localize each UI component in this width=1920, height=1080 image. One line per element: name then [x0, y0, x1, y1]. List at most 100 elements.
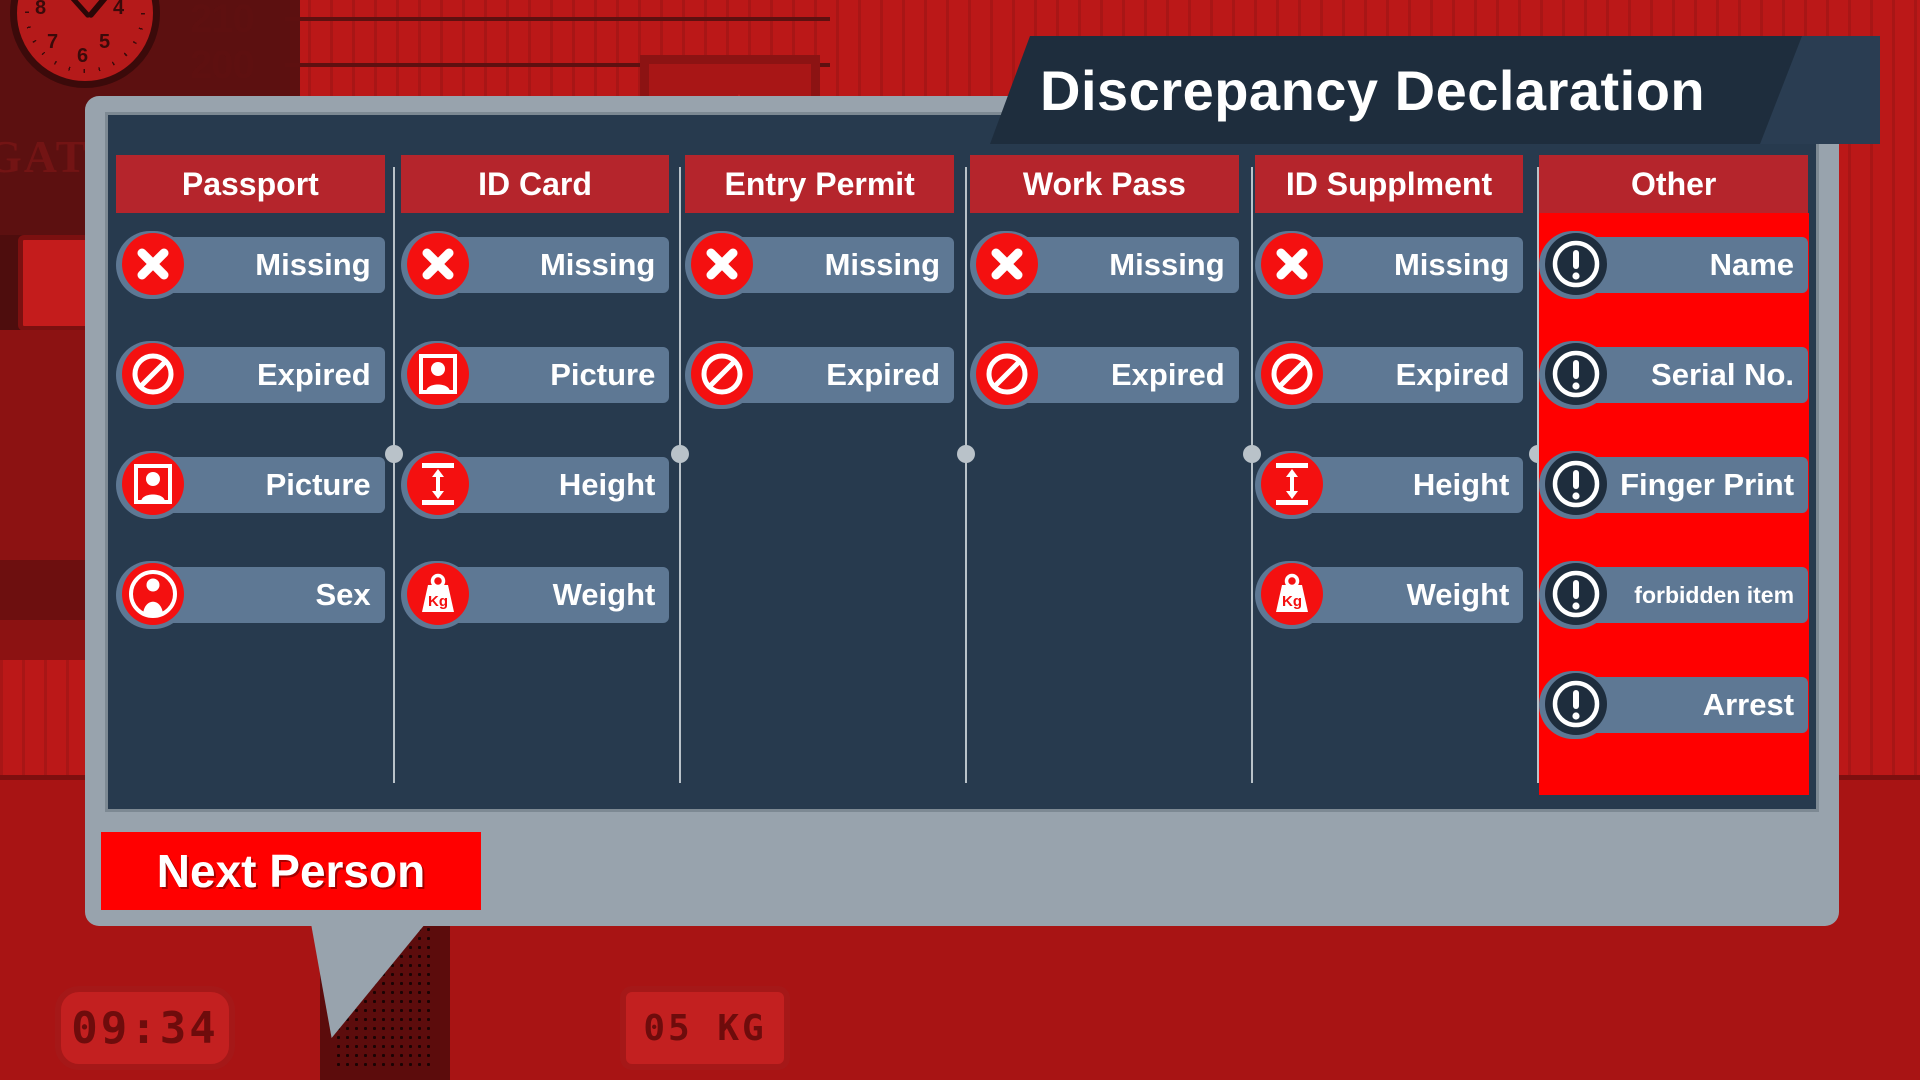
column-other: Other Name Serial No. Finger Print forbidden… — [1531, 155, 1816, 795]
option-label: Arrest — [1702, 687, 1795, 722]
alert-icon — [1545, 673, 1608, 735]
svg-text:Kg: Kg — [1282, 593, 1302, 610]
cross-icon — [1260, 233, 1323, 295]
column-id-card: ID Card Missing Picture Height Kg Weight — [393, 155, 678, 795]
svg-text:Kg: Kg — [428, 593, 448, 610]
height-icon — [406, 453, 469, 515]
picture-icon — [122, 453, 184, 515]
clock-number-8: 8 — [35, 0, 47, 19]
option-label: Picture — [550, 357, 656, 392]
discrepancy-option-row[interactable]: Missing — [1254, 231, 1524, 299]
dialog-title-banner: Discrepancy Declaration — [990, 36, 1880, 144]
sex-icon — [122, 563, 184, 625]
desk-digital-clock: 09:34 — [55, 986, 235, 1070]
column-rows: Missing Expired Height Kg Weight — [1254, 231, 1524, 629]
alert-icon — [1545, 343, 1608, 405]
column-entry-permit: Entry Permit Missing Expired — [677, 155, 962, 795]
option-label: Height — [558, 467, 656, 502]
desk-weight-scale: 05 KG — [620, 986, 790, 1070]
discrepancy-option-row[interactable]: Finger Print — [1539, 451, 1809, 519]
option-label: Missing — [1109, 247, 1225, 282]
column-header: Entry Permit — [685, 155, 955, 213]
option-label: Missing — [255, 247, 371, 282]
height-line-210 — [285, 17, 830, 21]
discrepancy-option-row[interactable]: Height — [400, 451, 670, 519]
expired-icon — [691, 343, 754, 405]
option-label: Expired — [826, 357, 941, 392]
discrepancy-option-row[interactable]: Expired — [116, 341, 385, 409]
column-passport: Passport Missing Expired Picture Sex — [108, 155, 393, 795]
discrepancy-option-row[interactable]: Missing — [400, 231, 670, 299]
option-label: Missing — [824, 247, 941, 282]
weight-icon: Kg — [1260, 563, 1323, 625]
column-header: Passport — [116, 155, 385, 213]
discrepancy-columns: Passport Missing Expired Picture Sex ID Card M… — [108, 155, 1816, 795]
column-header: Other — [1539, 155, 1809, 213]
discrepancy-option-row[interactable]: Height — [1254, 451, 1524, 519]
option-label: Finger Print — [1620, 467, 1795, 502]
option-label: Missing — [1393, 247, 1510, 282]
clock-number-4: 4 — [113, 0, 125, 19]
discrepancy-option-row[interactable]: Missing — [685, 231, 955, 299]
option-label: Missing — [539, 247, 656, 282]
alert-icon — [1545, 233, 1608, 295]
desk-scale-value: 05 KG — [643, 1007, 767, 1049]
discrepancy-option-row[interactable]: Missing — [116, 231, 385, 299]
discrepancy-option-row[interactable]: Picture — [400, 341, 670, 409]
weight-icon: Kg — [406, 563, 469, 625]
discrepancy-option-row[interactable]: Kg Weight — [400, 561, 670, 629]
alert-icon — [1545, 563, 1608, 625]
discrepancy-board: Passport Missing Expired Picture Sex ID Card M… — [105, 112, 1819, 812]
expired-icon — [1260, 343, 1323, 405]
column-header: ID Supplment — [1254, 155, 1524, 213]
column-header: Work Pass — [970, 155, 1239, 213]
alert-icon — [1545, 453, 1608, 515]
discrepancy-dialog: Passport Missing Expired Picture Sex ID Card M… — [85, 96, 1839, 926]
column-rows: Missing Expired Picture Sex — [116, 231, 385, 629]
column-header: ID Card — [400, 155, 670, 213]
height-icon — [1260, 453, 1323, 515]
option-label: Expired — [1110, 357, 1225, 392]
option-label: Serial No. — [1651, 357, 1795, 392]
height-tick-200: 200 — [190, 42, 255, 87]
discrepancy-option-row[interactable]: Picture — [116, 451, 385, 519]
discrepancy-option-row[interactable]: Expired — [1254, 341, 1524, 409]
clock-number-7: 7 — [47, 31, 59, 53]
height-tick-210: 210 — [190, 0, 255, 41]
option-label: Expired — [256, 357, 371, 392]
column-rows: Missing Expired — [970, 231, 1239, 409]
next-person-button[interactable]: Next Person — [101, 832, 481, 910]
page-title: Discrepancy Declaration — [1040, 58, 1706, 122]
option-label: Sex — [315, 577, 371, 612]
clock-number-6: 6 — [77, 45, 89, 67]
option-label: Height — [1412, 467, 1510, 502]
column-id-supplment: ID Supplment Missing Expired Height Kg Weight — [1247, 155, 1532, 795]
cross-icon — [691, 233, 754, 295]
discrepancy-option-row[interactable]: Expired — [685, 341, 955, 409]
column-rows: Name Serial No. Finger Print forbidden item… — [1539, 213, 1809, 739]
cross-icon — [406, 233, 469, 295]
picture-icon — [406, 343, 469, 405]
expired-icon — [976, 343, 1039, 405]
title-banner-highlight — [1760, 36, 1880, 144]
column-rows: Missing Expired — [685, 231, 955, 409]
column-rows: Missing Picture Height Kg Weight — [400, 231, 670, 629]
discrepancy-option-row[interactable]: Expired — [970, 341, 1239, 409]
option-label: Expired — [1395, 357, 1510, 392]
option-label: forbidden item — [1634, 581, 1795, 608]
discrepancy-option-row[interactable]: Name — [1539, 231, 1809, 299]
discrepancy-option-row[interactable]: Serial No. — [1539, 341, 1809, 409]
discrepancy-option-row[interactable]: Missing — [970, 231, 1239, 299]
expired-icon — [122, 343, 184, 405]
option-label: Weight — [552, 577, 656, 612]
cross-icon — [976, 233, 1039, 295]
discrepancy-option-row[interactable]: Kg Weight — [1254, 561, 1524, 629]
discrepancy-option-row[interactable]: Sex — [116, 561, 385, 629]
option-label: Picture — [265, 467, 371, 502]
option-label: Weight — [1406, 577, 1510, 612]
column-work-pass: Work Pass Missing Expired — [962, 155, 1247, 795]
cross-icon — [122, 233, 184, 295]
discrepancy-option-row[interactable]: Arrest — [1539, 671, 1809, 739]
option-label: Name — [1709, 247, 1795, 282]
discrepancy-option-row[interactable]: forbidden item — [1539, 561, 1809, 629]
